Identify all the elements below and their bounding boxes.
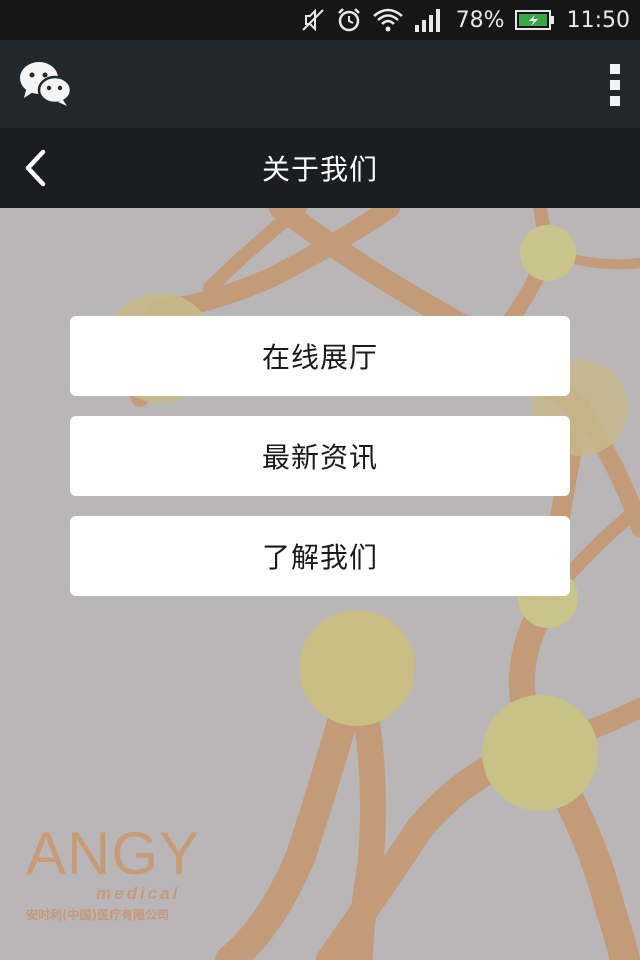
alarm-icon bbox=[336, 7, 362, 33]
menu-item-label: 了解我们 bbox=[261, 541, 378, 574]
app-header bbox=[0, 40, 640, 128]
page-title: 关于我们 bbox=[261, 153, 378, 186]
brand-company: 安时利(中国)医疗有限公司 bbox=[26, 908, 169, 922]
clock: 11:50 bbox=[566, 7, 630, 33]
wechat-icon[interactable] bbox=[18, 60, 74, 108]
battery-percent: 78% bbox=[455, 7, 505, 33]
brand-subtitle: medical bbox=[96, 884, 181, 903]
muted-icon bbox=[300, 7, 326, 33]
title-bar: 关于我们 bbox=[0, 128, 640, 208]
latest-news-button[interactable]: 最新资讯 bbox=[70, 416, 570, 496]
chevron-left-icon bbox=[25, 149, 46, 187]
brand-name: ANGY bbox=[26, 820, 201, 887]
menu-item-label: 在线展厅 bbox=[261, 341, 378, 374]
online-showroom-button[interactable]: 在线展厅 bbox=[70, 316, 570, 396]
brand-logo: ANGY medical 安时利(中国)医疗有限公司 bbox=[26, 824, 216, 924]
back-button[interactable] bbox=[16, 146, 56, 190]
menu-item-label: 最新资讯 bbox=[261, 441, 378, 474]
wifi-icon bbox=[372, 7, 404, 33]
signal-icon bbox=[414, 7, 444, 33]
about-us-button[interactable]: 了解我们 bbox=[70, 516, 570, 596]
menu-list: 在线展厅 最新资讯 了解我们 bbox=[70, 316, 570, 616]
status-bar: 78% 11:50 bbox=[0, 0, 640, 40]
more-vert-icon[interactable] bbox=[608, 64, 622, 106]
battery-charging-icon bbox=[514, 9, 555, 31]
